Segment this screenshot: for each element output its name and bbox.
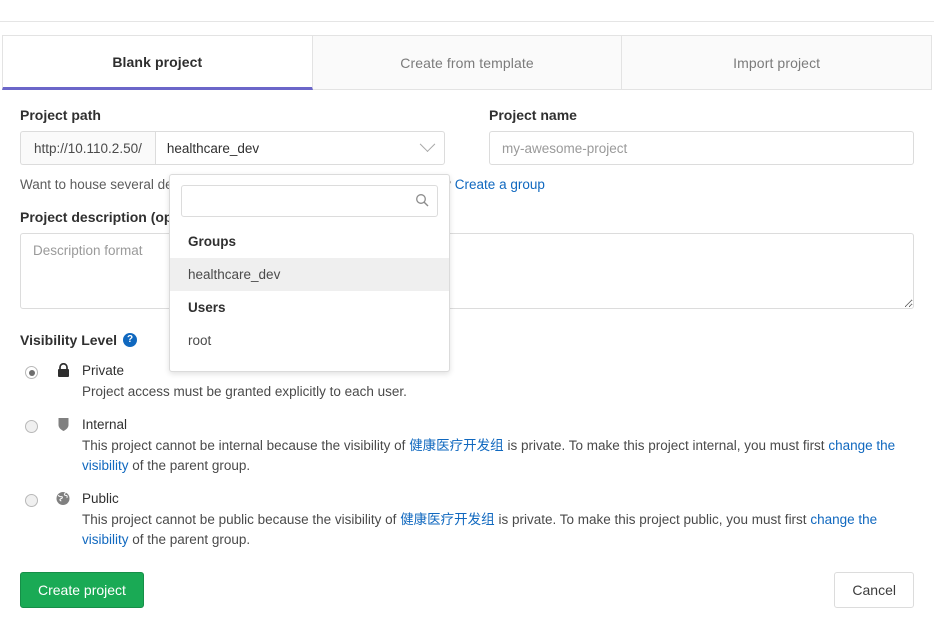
visibility-public-desc-after: of the parent group.: [129, 532, 251, 547]
project-path-prefix: http://10.110.2.50/: [20, 131, 155, 165]
project-name-label: Project name: [489, 107, 914, 123]
radio-internal[interactable]: [25, 420, 38, 433]
visibility-public-group-name: 健康医疗开发组: [400, 512, 495, 528]
namespace-select[interactable]: healthcare_dev: [155, 131, 445, 165]
shield-icon: [54, 416, 72, 476]
tab-create-from-template[interactable]: Create from template: [313, 35, 623, 90]
tab-import-project[interactable]: Import project: [622, 35, 932, 90]
dropdown-users-header: Users: [170, 291, 449, 324]
visibility-option-private[interactable]: Private Project access must be granted e…: [20, 362, 914, 402]
path-and-name-row: Project path http://10.110.2.50/ healthc…: [20, 107, 914, 165]
dropdown-groups-header: Groups: [170, 225, 449, 258]
visibility-private-desc: Project access must be granted explicitl…: [82, 382, 914, 402]
tab-import-project-label: Import project: [733, 55, 820, 71]
project-description-label: Project description (optional): [20, 209, 914, 225]
question-mark-icon[interactable]: ?: [123, 333, 137, 347]
visibility-option-public[interactable]: Public This project cannot be public bec…: [20, 490, 914, 550]
visibility-internal-desc: This project cannot be internal because …: [82, 436, 914, 476]
namespace-search-input[interactable]: [181, 185, 438, 217]
visibility-public-desc-middle: is private. To make this project public,…: [495, 512, 811, 527]
lock-icon: [54, 362, 72, 402]
project-path-field: Project path http://10.110.2.50/ healthc…: [20, 107, 445, 165]
tab-create-from-template-label: Create from template: [400, 55, 534, 71]
visibility-internal-desc-middle: is private. To make this project interna…: [504, 438, 829, 453]
project-path-label: Project path: [20, 107, 445, 123]
project-path-input-group: http://10.110.2.50/ healthcare_dev: [20, 131, 445, 165]
top-divider-strip: [0, 0, 934, 22]
visibility-option-internal[interactable]: Internal This project cannot be internal…: [20, 416, 914, 476]
cancel-button[interactable]: Cancel: [834, 572, 914, 608]
project-description-textarea[interactable]: [20, 233, 914, 309]
new-project-form: Project path http://10.110.2.50/ healthc…: [0, 107, 934, 618]
tab-blank-project-label: Blank project: [112, 54, 202, 70]
project-name-input[interactable]: [489, 131, 914, 165]
visibility-level-title: Visibility Level ?: [20, 332, 914, 348]
dropdown-item-root[interactable]: root: [170, 324, 449, 357]
chevron-down-icon: [420, 136, 436, 152]
visibility-public-name: Public: [82, 490, 914, 507]
radio-private[interactable]: [25, 366, 38, 379]
namespace-help-line: Want to house several dependent projects…: [20, 177, 914, 192]
visibility-level-label: Visibility Level: [20, 332, 117, 348]
dropdown-item-healthcare-dev[interactable]: healthcare_dev: [170, 258, 449, 291]
create-a-group-link[interactable]: Create a group: [455, 177, 545, 192]
visibility-internal-group-name: 健康医疗开发组: [409, 438, 504, 454]
visibility-public-desc: This project cannot be public because th…: [82, 510, 914, 550]
namespace-search-wrap: [181, 185, 438, 217]
visibility-internal-text: Internal This project cannot be internal…: [82, 416, 914, 476]
visibility-public-desc-before: This project cannot be public because th…: [82, 512, 400, 527]
visibility-internal-desc-before: This project cannot be internal because …: [82, 438, 409, 453]
radio-public[interactable]: [25, 494, 38, 507]
project-name-field: Project name: [489, 107, 914, 165]
globe-icon: [54, 490, 72, 550]
project-type-tabs: Blank project Create from template Impor…: [2, 35, 932, 90]
namespace-select-value: healthcare_dev: [167, 141, 259, 156]
visibility-public-text: Public This project cannot be public bec…: [82, 490, 914, 550]
namespace-dropdown: Groups healthcare_dev Users root: [169, 174, 450, 372]
tab-blank-project[interactable]: Blank project: [2, 35, 313, 90]
form-footer: Create project Cancel: [20, 572, 914, 618]
visibility-internal-name: Internal: [82, 416, 914, 433]
visibility-internal-desc-after: of the parent group.: [129, 458, 251, 473]
create-project-button[interactable]: Create project: [20, 572, 144, 608]
